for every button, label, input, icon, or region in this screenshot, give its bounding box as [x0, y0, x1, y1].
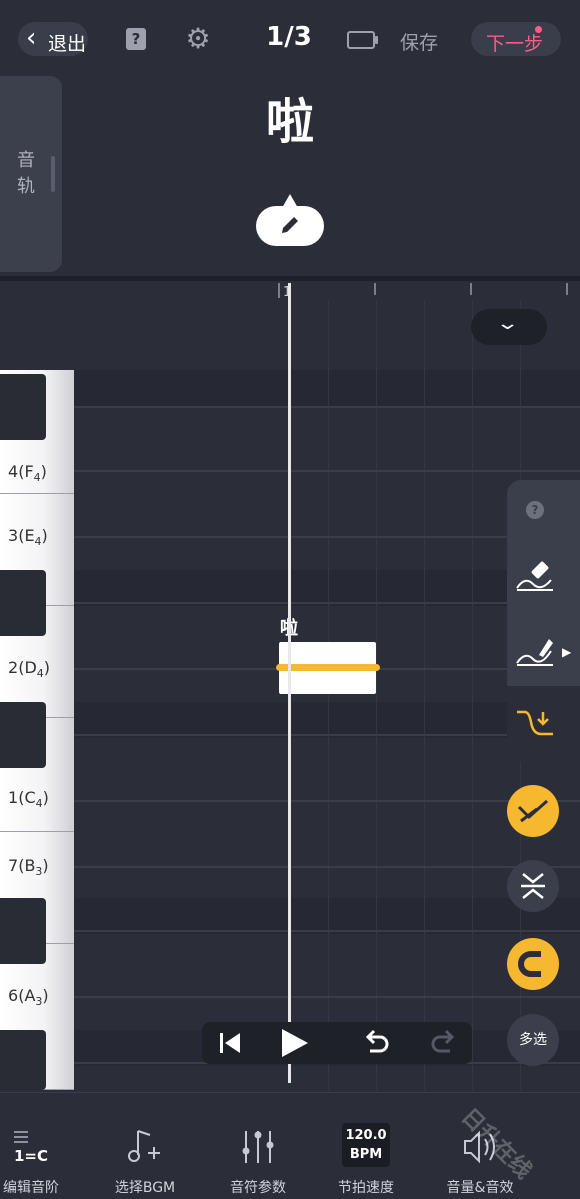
help-icon[interactable]: ?: [526, 501, 544, 519]
next-step-label: 下一步: [486, 33, 544, 55]
track-tab[interactable]: 音轨: [0, 76, 62, 272]
sliders-icon: [242, 1131, 274, 1163]
key-label: 4(F4): [8, 462, 47, 485]
auto-pitch-button[interactable]: [507, 785, 559, 837]
redo-icon[interactable]: [430, 1029, 458, 1057]
grid-line: [74, 930, 580, 932]
select-bgm-button[interactable]: 选择BGM: [90, 1093, 200, 1199]
magnet-icon: [518, 951, 541, 977]
next-step-button[interactable]: 下一步: [471, 22, 561, 56]
help-icon[interactable]: ?: [126, 28, 146, 50]
ruler-tick: [566, 283, 568, 295]
pitch-line-icon: [517, 799, 548, 823]
key-label: 7(B3): [8, 856, 49, 879]
grid-line: [74, 866, 580, 868]
pitch-curve[interactable]: [276, 664, 380, 671]
snap-curve-icon[interactable]: [515, 708, 555, 740]
chevron-left-icon: ‹: [26, 23, 37, 53]
page-counter: 1/3: [266, 22, 312, 52]
beat-line: [472, 300, 473, 1090]
grid-line: [74, 800, 580, 802]
save-button[interactable]: 保存: [400, 28, 438, 55]
music-note-plus-icon: [128, 1130, 160, 1162]
key-label: 2(D4): [8, 658, 51, 681]
grid-line: [74, 602, 580, 604]
bpm-display: 120.0 BPM: [342, 1123, 390, 1167]
key-label: 1(C4): [8, 788, 49, 811]
scale-icon: 1=C: [0, 1127, 86, 1167]
tempo-label: 节拍速度: [338, 1180, 394, 1196]
bpm-unit: BPM: [349, 1147, 383, 1162]
pitch-tool-panel: ? ▶: [507, 480, 580, 762]
grid-line: [74, 996, 580, 998]
ruler-tick: [470, 283, 472, 295]
grid-line: [74, 536, 580, 538]
notification-dot: [535, 26, 542, 33]
edit-lyric-button[interactable]: [256, 194, 324, 246]
exit-button[interactable]: ‹ 退出: [18, 22, 88, 56]
pencil-icon: [282, 217, 298, 233]
beat-line: [376, 300, 377, 1090]
multi-select-button[interactable]: 多选: [507, 1014, 559, 1066]
grid-line: [74, 734, 580, 736]
piano-black-key[interactable]: [0, 898, 46, 964]
edit-scale-button[interactable]: 1=C 编辑音阶: [0, 1093, 86, 1199]
select-bgm-label: 选择BGM: [114, 1180, 176, 1196]
gear-icon[interactable]: ⚙: [184, 25, 212, 53]
expand-right-icon[interactable]: ▶: [562, 645, 571, 659]
grid-line: [74, 470, 580, 472]
piano-black-key[interactable]: [0, 1030, 46, 1090]
exit-label: 退出: [48, 33, 87, 55]
chevron-down-icon: ⌄: [495, 313, 520, 334]
piano-keyboard[interactable]: 4(F4) 3(E4) 2(D4) 1(C4) 7(B3) 6(A3): [0, 370, 75, 1090]
key-label: 6(A3): [8, 986, 49, 1009]
playhead[interactable]: [288, 283, 291, 1083]
play-icon[interactable]: [278, 1027, 310, 1059]
ruler-tick: [278, 283, 280, 298]
battery-icon: [347, 31, 378, 49]
tempo-button[interactable]: 120.0 BPM 节拍速度: [311, 1093, 421, 1199]
playback-bar: [202, 1022, 472, 1064]
key-label: 3(E4): [8, 526, 48, 549]
note-params-label: 音符参数: [230, 1180, 286, 1196]
draw-curve-icon[interactable]: [515, 635, 555, 667]
current-lyric: 啦: [265, 94, 314, 150]
track-tab-label: 音轨: [17, 150, 35, 197]
beat-line: [424, 300, 425, 1090]
piano-black-key[interactable]: [0, 374, 46, 440]
ruler-tick: [374, 283, 376, 295]
skip-start-icon[interactable]: [218, 1030, 242, 1056]
note-params-button[interactable]: 音符参数: [203, 1093, 313, 1199]
collapse-button[interactable]: ⌄: [471, 309, 547, 345]
piano-black-key[interactable]: [0, 570, 46, 636]
grid-line: [74, 406, 580, 408]
compress-button[interactable]: [507, 860, 559, 912]
eraser-curve-icon[interactable]: [515, 560, 555, 592]
undo-icon[interactable]: [362, 1029, 390, 1057]
piano-black-key[interactable]: [0, 702, 46, 768]
edit-scale-label: 编辑音阶: [3, 1180, 59, 1196]
drag-handle[interactable]: [51, 156, 55, 192]
beat-line: [328, 300, 329, 1090]
scale-value: 1=C: [14, 1147, 49, 1165]
bpm-value: 120.0: [345, 1128, 387, 1143]
magnet-snap-button[interactable]: [507, 938, 559, 990]
compress-icon: [521, 873, 545, 899]
